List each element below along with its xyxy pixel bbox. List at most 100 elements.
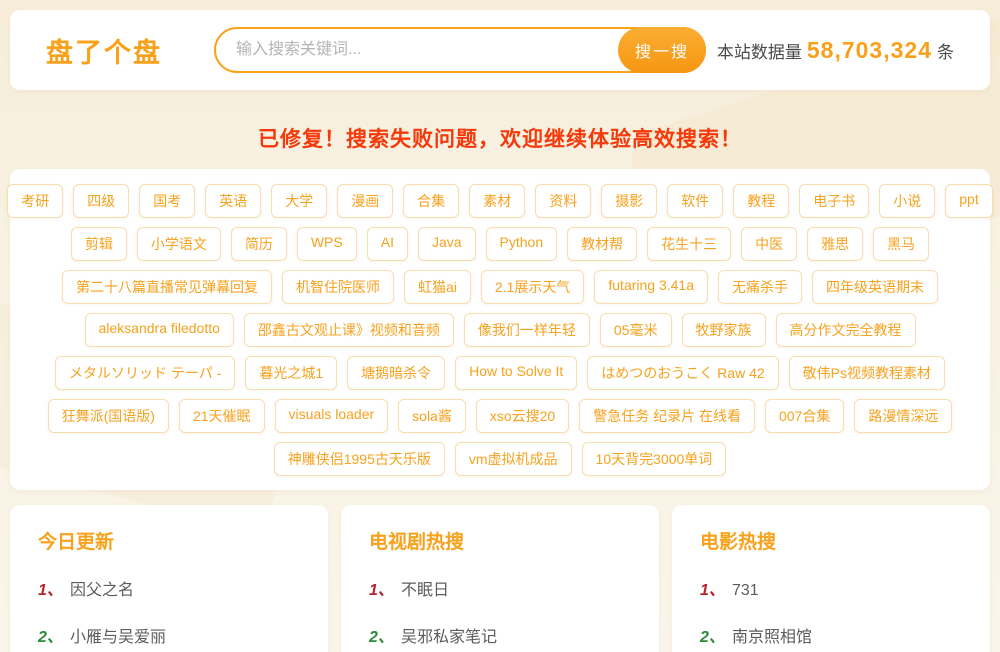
notice-banner: 已修复！搜索失败问题，欢迎继续体验高效搜索！ <box>10 123 990 153</box>
stats-count: 58,703,324 <box>802 37 937 64</box>
list-item[interactable]: 1、不眠日 <box>369 576 631 600</box>
panel-title: 今日更新 <box>38 527 300 554</box>
tag[interactable]: 大学 <box>271 184 327 218</box>
tag[interactable]: 花生十三 <box>647 227 731 261</box>
rank-number: 2、 <box>369 623 401 647</box>
tag[interactable]: 摄影 <box>601 184 657 218</box>
tag[interactable]: 国考 <box>139 184 195 218</box>
tag[interactable]: ppt <box>945 184 992 218</box>
tag[interactable]: vm虚拟机成品 <box>455 442 572 476</box>
tag-cloud-card: 考研四级国考英语大学漫画合集素材资料摄影软件教程电子书小说ppt剪辑小学语文简历… <box>10 169 990 490</box>
hot-panel: 电视剧热搜1、不眠日2、吴邪私家笔记3、赴山海4、欢乐家长群2 <box>341 505 659 652</box>
tag[interactable]: 软件 <box>667 184 723 218</box>
tag-row: aleksandra filedotto 邵鑫古文观止课》视频和音频像我们一样年轻… <box>28 313 972 347</box>
tag[interactable]: 教程 <box>733 184 789 218</box>
tag[interactable]: はめつのおうこく Raw 42 <box>587 356 778 390</box>
panel-title: 电视剧热搜 <box>369 527 631 554</box>
tag[interactable]: 合集 <box>403 184 459 218</box>
tag[interactable]: 第二十八篇直播常见弹幕回复 <box>62 270 272 304</box>
panel-title: 电影热搜 <box>700 527 962 554</box>
item-label: 因父之名 <box>70 576 134 600</box>
tag[interactable]: 机智住院医师 <box>282 270 394 304</box>
item-label: 吴邪私家笔记 <box>401 623 497 647</box>
hot-panels: 今日更新1、因父之名2、小雁与吴爱丽3、老炮儿4、僵尸先生电视剧热搜1、不眠日2… <box>10 505 990 652</box>
tag[interactable]: How to Solve It <box>455 356 577 390</box>
tag[interactable]: AI <box>367 227 408 261</box>
item-label: 南京照相馆 <box>732 623 812 647</box>
rank-number: 2、 <box>38 623 70 647</box>
list-item[interactable]: 2、小雁与吴爱丽 <box>38 623 300 647</box>
tag[interactable]: 无痛杀手 <box>718 270 802 304</box>
tag[interactable]: Java <box>418 227 476 261</box>
item-label: 不眠日 <box>401 576 449 600</box>
list-item[interactable]: 2、南京照相馆 <box>700 623 962 647</box>
site-logo[interactable]: 盘了个盘 <box>46 31 162 70</box>
rank-number: 1、 <box>369 576 401 600</box>
tag[interactable]: 暮光之城1 <box>245 356 337 390</box>
tag-row: 剪辑小学语文简历 WPS AI Java Python 教材帮花生十三中医雅思黑马 <box>28 227 972 261</box>
tag[interactable]: Python <box>486 227 558 261</box>
tag[interactable]: 考研 <box>7 184 63 218</box>
tag-row: 第二十八篇直播常见弹幕回复机智住院医师虹猫ai 2.1展示天气 futaring 3… <box>28 270 972 304</box>
item-label: 731 <box>732 582 759 600</box>
tag-row: 神雕侠侣1995古天乐版 vm虚拟机成品 10天背完3000单词 <box>28 442 972 476</box>
stats-prefix: 本站数据量 <box>717 38 802 63</box>
tag-cloud: 考研四级国考英语大学漫画合集素材资料摄影软件教程电子书小说ppt 剪辑小学语文简历… <box>28 184 972 476</box>
tag[interactable]: 2.1展示天气 <box>481 270 584 304</box>
tag[interactable]: 虹猫ai <box>404 270 471 304</box>
tag[interactable]: 狂舞派(国语版) <box>48 399 169 433</box>
tag[interactable]: 电子书 <box>799 184 869 218</box>
tag[interactable]: 中医 <box>741 227 797 261</box>
tag[interactable]: xso云搜20 <box>476 399 569 433</box>
tag[interactable]: 小说 <box>879 184 935 218</box>
tag[interactable]: 21天催眠 <box>179 399 265 433</box>
tag[interactable]: 雅思 <box>807 227 863 261</box>
tag[interactable]: sola酱 <box>398 399 466 433</box>
tag[interactable]: 007合集 <box>765 399 844 433</box>
list-item[interactable]: 1、因父之名 <box>38 576 300 600</box>
page: 盘了个盘 搜一搜 本站数据量 58,703,324 条 已修复！搜索失败问题，欢… <box>0 0 1000 652</box>
hot-panel: 今日更新1、因父之名2、小雁与吴爱丽3、老炮儿4、僵尸先生 <box>10 505 328 652</box>
list-item[interactable]: 2、吴邪私家笔记 <box>369 623 631 647</box>
tag[interactable]: visuals loader <box>275 399 389 433</box>
tag[interactable]: 敬伟Ps视频教程素材 <box>789 356 945 390</box>
tag[interactable]: 警急任务 纪录片 在线看 <box>579 399 755 433</box>
tag[interactable]: aleksandra filedotto <box>85 313 234 347</box>
tag-row: メタルソリッド テーパ - 暮光之城1 塘鹅暗杀令 How to Solve It はめ… <box>28 356 972 390</box>
search-bar: 搜一搜 <box>214 27 706 73</box>
tag[interactable]: 素材 <box>469 184 525 218</box>
tag[interactable]: 神雕侠侣1995古天乐版 <box>274 442 445 476</box>
tag[interactable]: 教材帮 <box>567 227 637 261</box>
tag[interactable]: futaring 3.41a <box>594 270 708 304</box>
tag[interactable]: 剪辑 <box>71 227 127 261</box>
tag[interactable]: 高分作文完全教程 <box>776 313 916 347</box>
tag[interactable]: 牧野家族 <box>682 313 766 347</box>
stats-suffix: 条 <box>937 38 954 63</box>
tag[interactable]: 漫画 <box>337 184 393 218</box>
tag[interactable]: 路漫情深远 <box>854 399 952 433</box>
tag[interactable]: 小学语文 <box>137 227 221 261</box>
tag[interactable]: 塘鹅暗杀令 <box>347 356 445 390</box>
site-stats: 本站数据量 58,703,324 条 <box>717 37 954 64</box>
tag[interactable]: メタルソリッド テーパ - <box>55 356 235 390</box>
rank-number: 1、 <box>38 576 70 600</box>
tag-row: 狂舞派(国语版) 21天催眠 visuals loader sola酱 xso云搜20 警… <box>28 399 972 433</box>
list-item[interactable]: 1、731 <box>700 576 962 600</box>
tag[interactable]: 05毫米 <box>600 313 672 347</box>
tag[interactable]: 10天背完3000单词 <box>582 442 727 476</box>
rank-number: 2、 <box>700 623 732 647</box>
search-button[interactable]: 搜一搜 <box>618 27 706 73</box>
tag[interactable]: WPS <box>297 227 357 261</box>
header: 盘了个盘 搜一搜 本站数据量 58,703,324 条 <box>10 10 990 90</box>
tag-row: 考研四级国考英语大学漫画合集素材资料摄影软件教程电子书小说ppt <box>28 184 972 218</box>
tag[interactable]: 英语 <box>205 184 261 218</box>
hot-panel: 电影热搜1、7312、南京照相馆3、侏罗纪世界：重生4、捕风追影 <box>672 505 990 652</box>
tag[interactable]: 黑马 <box>873 227 929 261</box>
tag[interactable]: 像我们一样年轻 <box>464 313 590 347</box>
tag[interactable]: 邵鑫古文观止课》视频和音频 <box>244 313 454 347</box>
tag[interactable]: 四年级英语期末 <box>812 270 938 304</box>
rank-number: 1、 <box>700 576 732 600</box>
tag[interactable]: 资料 <box>535 184 591 218</box>
tag[interactable]: 四级 <box>73 184 129 218</box>
tag[interactable]: 简历 <box>231 227 287 261</box>
